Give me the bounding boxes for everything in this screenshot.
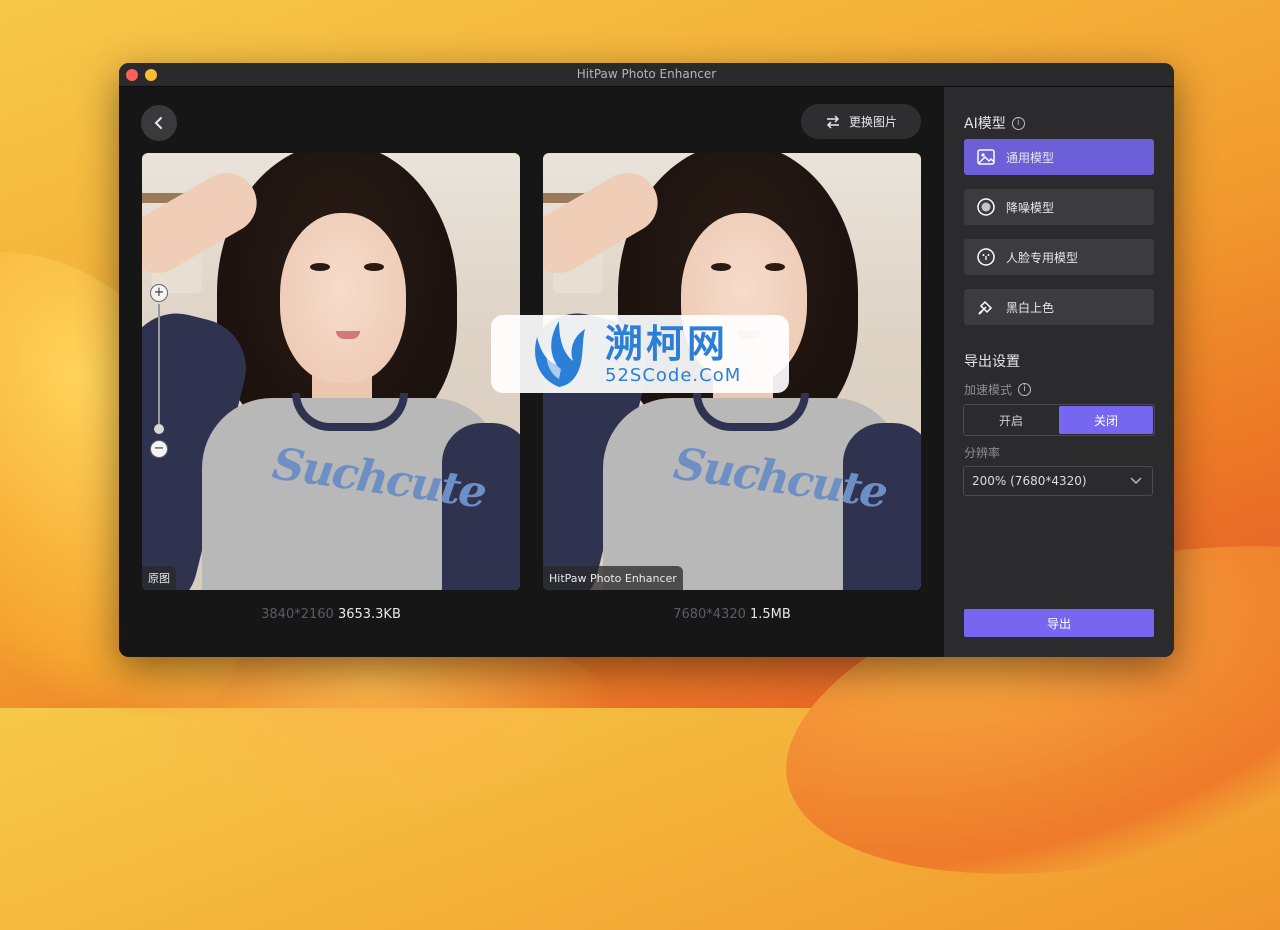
- export-settings-heading: 导出设置: [964, 354, 1020, 370]
- resolution-select[interactable]: 200% (7680*4320): [963, 466, 1153, 496]
- accel-mode-toggle[interactable]: 开启 关闭: [963, 404, 1155, 436]
- chevron-down-icon: [1130, 477, 1142, 485]
- model-general-label: 通用模型: [1006, 150, 1055, 165]
- accel-mode-label: 加速模式: [964, 383, 1013, 397]
- original-resolution: 3840*2160: [261, 607, 334, 622]
- info-icon[interactable]: i: [1018, 383, 1032, 396]
- watermark-overlay: 溯柯网 52SCode.CoM: [491, 315, 789, 393]
- original-meta: 3840*2160 3653.3KB: [142, 607, 520, 622]
- app-window: HitPaw Photo Enhancer 更换图片 Suchcute 原图 S…: [119, 63, 1174, 657]
- enhanced-resolution: 7680*4320: [673, 607, 746, 622]
- window-title: HitPaw Photo Enhancer: [576, 67, 717, 81]
- model-face-button[interactable]: 人脸专用模型: [964, 239, 1154, 275]
- replace-image-label: 更换图片: [848, 115, 897, 129]
- original-image[interactable]: Suchcute 原图: [142, 153, 520, 590]
- original-size: 3653.3KB: [337, 607, 401, 622]
- watermark-domain-text: 52SCode.CoM: [605, 364, 742, 386]
- zoom-track[interactable]: [158, 304, 160, 429]
- zoom-handle[interactable]: [154, 424, 164, 434]
- enhanced-size: 1.5MB: [750, 607, 791, 622]
- zoom-out-button[interactable]: −: [150, 440, 168, 458]
- face-icon: [976, 247, 996, 267]
- model-denoise-button[interactable]: 降噪模型: [964, 189, 1154, 225]
- zoom-slider[interactable]: + −: [150, 284, 168, 459]
- model-general-button[interactable]: 通用模型: [964, 139, 1154, 175]
- accel-on-option[interactable]: 开启: [964, 405, 1058, 435]
- model-colorize-label: 黑白上色: [1006, 300, 1055, 315]
- resolution-value: 200% (7680*4320): [972, 474, 1087, 488]
- brush-icon: [976, 297, 996, 317]
- resolution-label: 分辨率: [964, 446, 1001, 460]
- image-icon: [976, 147, 996, 167]
- replace-image-button[interactable]: 更换图片: [801, 104, 921, 139]
- enhanced-label: HitPaw Photo Enhancer: [543, 566, 683, 590]
- model-colorize-button[interactable]: 黑白上色: [964, 289, 1154, 325]
- original-label: 原图: [142, 566, 176, 590]
- chevron-left-icon: [154, 117, 162, 129]
- zoom-in-button[interactable]: +: [150, 284, 168, 302]
- watermark-chinese-text: 溯柯网: [605, 321, 729, 366]
- model-denoise-label: 降噪模型: [1006, 200, 1055, 215]
- export-button[interactable]: 导出: [964, 609, 1154, 637]
- wing-logo-icon: [535, 321, 585, 387]
- model-face-label: 人脸专用模型: [1006, 250, 1079, 265]
- denoise-icon: [976, 197, 996, 217]
- preview-area: 更换图片 Suchcute 原图 Suchcute HitPaw Photo E…: [119, 87, 944, 657]
- accel-mode-label-row: 加速模式 i: [964, 381, 1032, 398]
- settings-panel: AI模型 i 通用模型 降噪模型 人脸专用模型 黑白上色 导出设置 加速模式 i…: [944, 87, 1174, 657]
- swap-icon: [826, 114, 840, 129]
- accel-off-option[interactable]: 关闭: [1059, 406, 1153, 434]
- enhanced-meta: 7680*4320 1.5MB: [543, 607, 921, 622]
- back-button[interactable]: [141, 105, 177, 141]
- ai-model-heading: AI模型 i: [964, 113, 1025, 133]
- ai-model-title: AI模型: [964, 116, 1006, 132]
- info-icon[interactable]: i: [1011, 116, 1025, 130]
- title-bar: HitPaw Photo Enhancer: [119, 63, 1174, 87]
